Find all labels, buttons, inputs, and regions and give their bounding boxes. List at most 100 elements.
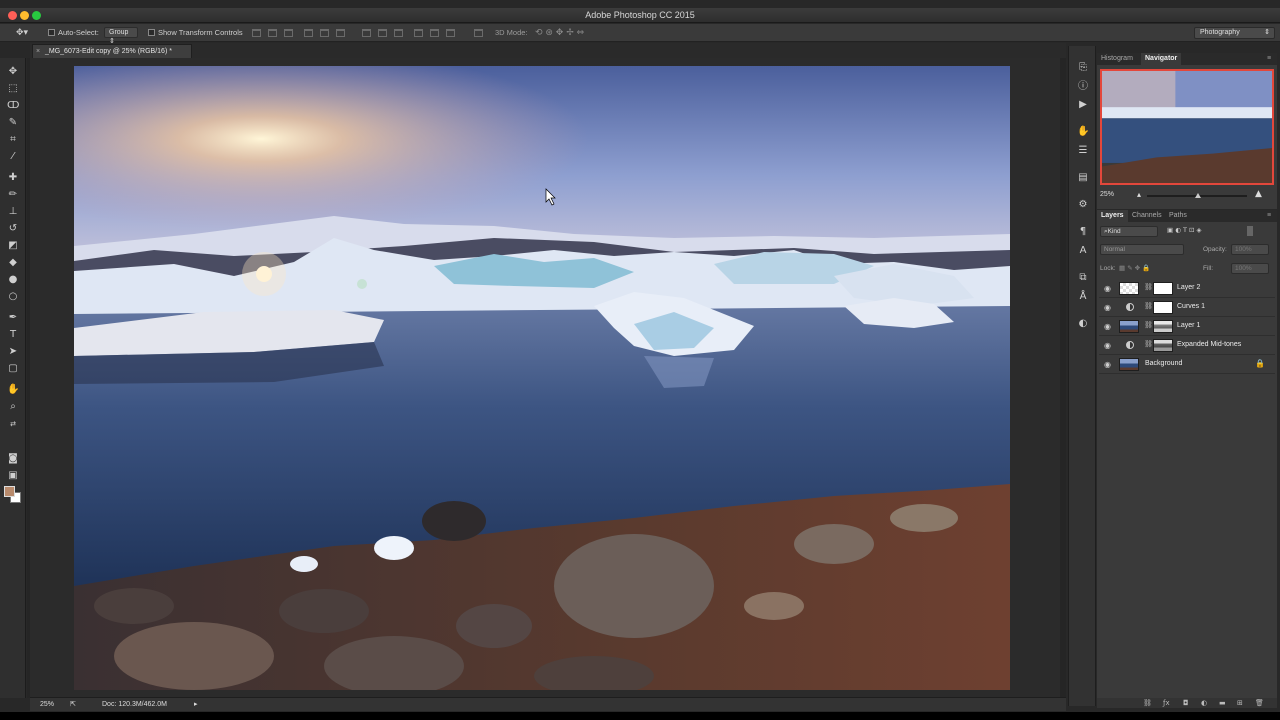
marquee-tool-icon[interactable]: ⬚ <box>7 83 19 95</box>
blend-mode-dropdown[interactable]: Normal <box>1100 244 1184 255</box>
visibility-eye-icon[interactable]: ◉ <box>1104 341 1113 350</box>
crop-tool-icon[interactable]: ⌗ <box>7 134 19 146</box>
link-chain-icon[interactable]: ⛓ <box>1144 340 1153 348</box>
swap-colors-icon[interactable]: ⇄ <box>7 418 19 430</box>
adjustments-panel-icon[interactable]: ☰ <box>1077 145 1089 157</box>
layers-menu-icon[interactable]: ≡ <box>1263 210 1275 222</box>
tab-navigator[interactable]: Navigator <box>1141 53 1182 65</box>
distribute-top-icon[interactable] <box>362 29 371 37</box>
brush-presets-icon[interactable]: ✋ <box>1077 126 1089 138</box>
delete-layer-icon[interactable]: 🗑 <box>1255 699 1264 707</box>
new-layer-icon[interactable]: ⊞ <box>1237 699 1243 707</box>
export-icon[interactable]: ⇱ <box>70 698 76 711</box>
document-tab[interactable]: × _MG_6073-Edit copy @ 25% (RGB/16) * <box>32 44 192 58</box>
history-panel-icon[interactable]: ⎘ <box>1077 62 1089 74</box>
new-adjustment-icon[interactable]: ◐ <box>1201 699 1207 707</box>
tool-presets-icon[interactable]: Å <box>1077 291 1089 303</box>
libraries-panel-icon[interactable]: ⚙ <box>1077 199 1089 211</box>
blur-tool-icon[interactable]: ● <box>7 274 19 286</box>
close-tab-icon[interactable]: × <box>36 45 40 58</box>
paint-bucket-tool-icon[interactable]: ◆ <box>7 257 19 269</box>
align-top-icon[interactable] <box>252 29 261 37</box>
3d-orbit-icons[interactable]: ⟲ ⊛ ✥ ✢ ⇔ <box>535 27 584 39</box>
link-chain-icon[interactable]: ⛓ <box>1144 321 1153 329</box>
auto-select-dropdown[interactable]: Group ⇕ <box>104 27 138 45</box>
panel-menu-icon[interactable]: ≡ <box>1263 53 1275 65</box>
layer-mask-thumbnail[interactable] <box>1153 282 1173 295</box>
new-group-icon[interactable]: ▬ <box>1219 699 1226 707</box>
navigator-zoom-value[interactable]: 25% <box>1100 191 1114 198</box>
navigator-view-box[interactable] <box>1100 69 1274 185</box>
eyedropper-tool-icon[interactable]: ⁄ <box>7 151 19 163</box>
layer-filter-icons[interactable]: ▣ ◐ T ⊡ ◈ <box>1167 226 1202 234</box>
shape-tool-icon[interactable]: ▢ <box>7 363 19 375</box>
dodge-tool-icon[interactable]: ○ <box>7 291 19 303</box>
zoom-tool-icon[interactable]: ⌕ <box>7 401 19 413</box>
link-layers-icon[interactable]: ⛓ <box>1143 699 1152 707</box>
document-canvas-photo[interactable] <box>74 66 1010 690</box>
zoom-in-icon[interactable]: ▲ <box>1255 189 1262 199</box>
status-menu-arrow-icon[interactable]: ▸ <box>194 698 198 711</box>
link-chain-icon[interactable]: ⛓ <box>1144 302 1153 310</box>
align-hcenter-icon[interactable] <box>320 29 329 37</box>
layer-mask-thumbnail[interactable] <box>1153 301 1173 314</box>
distribute-left-icon[interactable] <box>414 29 423 37</box>
tab-layers[interactable]: Layers <box>1097 210 1128 222</box>
character-panel-icon[interactable]: A <box>1077 245 1089 257</box>
history-brush-tool-icon[interactable]: ↺ <box>7 223 19 235</box>
zoom-out-icon[interactable]: ▴ <box>1137 190 1141 199</box>
add-mask-icon[interactable]: ◘ <box>1183 699 1189 707</box>
tab-channels[interactable]: Channels <box>1128 210 1166 222</box>
color-panel-icon[interactable]: ◐ <box>1077 318 1089 330</box>
visibility-eye-icon[interactable]: ◉ <box>1104 303 1113 312</box>
properties-panel-icon[interactable]: ▤ <box>1077 172 1089 184</box>
filter-kind-dropdown[interactable]: ⌕Kind <box>1100 226 1158 237</box>
visibility-eye-icon[interactable]: ◉ <box>1104 322 1113 331</box>
move-tool-preset-icon[interactable]: ✥▾ <box>16 27 28 39</box>
quick-selection-tool-icon[interactable]: ✎ <box>7 117 19 129</box>
foreground-color-swatch[interactable] <box>4 486 15 497</box>
filter-toggle-icon[interactable] <box>1247 226 1253 236</box>
status-zoom[interactable]: 25% <box>40 698 54 711</box>
clone-source-icon[interactable]: ⧉ <box>1077 272 1089 284</box>
distribute-right-icon[interactable] <box>446 29 455 37</box>
opacity-input[interactable]: 100% <box>1231 244 1269 255</box>
layer-mask-thumbnail[interactable] <box>1153 320 1173 333</box>
hand-tool-icon[interactable]: ✋ <box>7 384 19 396</box>
show-transform-controls-checkbox[interactable]: Show Transform Controls <box>148 27 243 39</box>
screen-mode-icon[interactable]: ▣ <box>7 470 19 482</box>
lasso-tool-icon[interactable]: ↀ <box>7 100 19 112</box>
actions-panel-icon[interactable]: ▶ <box>1077 99 1089 111</box>
align-left-icon[interactable] <box>304 29 313 37</box>
distribute-bottom-icon[interactable] <box>394 29 403 37</box>
paragraph-panel-icon[interactable]: ¶ <box>1077 226 1089 238</box>
pen-tool-icon[interactable]: ✒ <box>7 312 19 324</box>
navigator-zoom-slider[interactable] <box>1147 193 1247 198</box>
layer-row[interactable]: ◉ ⛓ Layer 2 <box>1099 279 1275 298</box>
fill-input[interactable]: 100% <box>1231 263 1269 274</box>
tab-paths[interactable]: Paths <box>1165 210 1191 222</box>
layer-style-icon[interactable]: ƒx <box>1163 699 1170 707</box>
layer-row[interactable]: ◉ ⛓ Layer 1 <box>1099 317 1275 336</box>
workspace-switcher[interactable]: Photography ⇕ <box>1194 27 1275 39</box>
layer-row[interactable]: ◉ ⛓ Curves 1 <box>1099 298 1275 317</box>
lock-icons[interactable]: ▦ ✎ ✥ 🔒 <box>1119 264 1150 272</box>
tab-histogram[interactable]: Histogram <box>1097 53 1137 65</box>
visibility-eye-icon[interactable]: ◉ <box>1104 360 1113 369</box>
quick-mask-icon[interactable]: ◙ <box>7 453 19 465</box>
align-bottom-icon[interactable] <box>284 29 293 37</box>
distribute-hcenter-icon[interactable] <box>430 29 439 37</box>
path-selection-tool-icon[interactable]: ➤ <box>7 346 19 358</box>
visibility-eye-icon[interactable]: ◉ <box>1104 284 1113 293</box>
move-tool-icon[interactable]: ✥ <box>7 66 19 78</box>
clone-stamp-tool-icon[interactable]: ⊥ <box>7 206 19 218</box>
layer-mask-thumbnail[interactable] <box>1153 339 1173 352</box>
align-vcenter-icon[interactable] <box>268 29 277 37</box>
layer-row[interactable]: ◉ Background 🔒 <box>1099 355 1275 374</box>
eraser-tool-icon[interactable]: ◩ <box>7 240 19 252</box>
zoom-slider-knob[interactable] <box>1195 193 1201 198</box>
auto-align-icon[interactable] <box>474 29 483 37</box>
layer-row[interactable]: ◉ ⛓ Expanded Mid-tones <box>1099 336 1275 355</box>
healing-brush-tool-icon[interactable]: ✚ <box>7 172 19 184</box>
link-chain-icon[interactable]: ⛓ <box>1144 283 1153 291</box>
